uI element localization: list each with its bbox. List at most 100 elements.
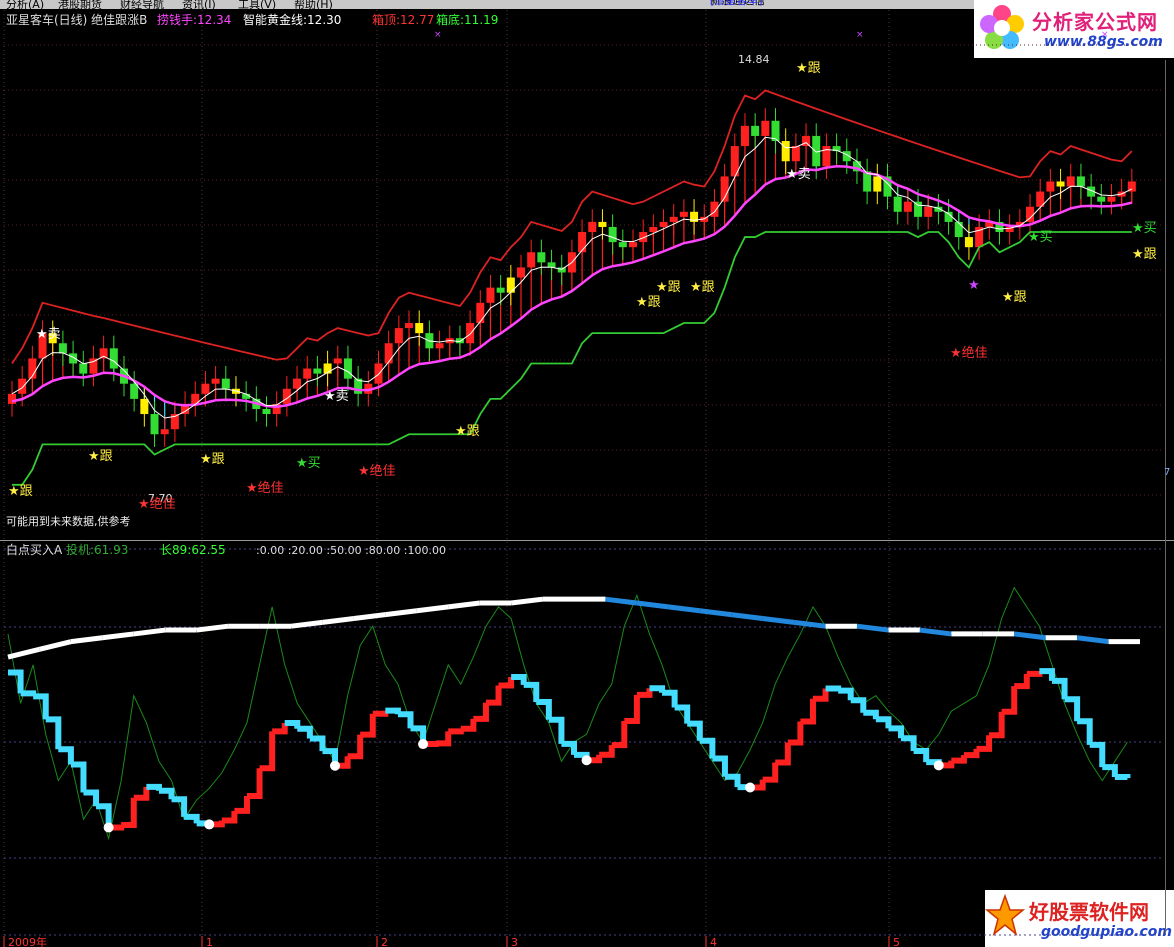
candle-body <box>527 252 536 268</box>
candle-body <box>343 358 352 379</box>
candle-body <box>893 196 902 212</box>
candle-body <box>924 206 933 217</box>
candle-body <box>588 221 597 233</box>
oscillator-step <box>712 755 728 777</box>
candle-body <box>486 287 495 303</box>
candle-body <box>221 378 230 389</box>
candle-body <box>740 125 749 147</box>
candle-body <box>496 287 505 293</box>
candle-body <box>751 125 760 136</box>
candle-body <box>517 267 526 278</box>
candle-body <box>79 363 88 374</box>
candle-body <box>262 408 271 415</box>
long89-segment <box>793 619 826 629</box>
oscillator-step <box>850 697 867 713</box>
candle-body <box>598 221 607 227</box>
oscillator-step <box>1026 670 1043 677</box>
candle-body <box>781 141 790 162</box>
candle-body <box>160 429 169 435</box>
long89-segment <box>1013 631 1046 641</box>
long89-segment <box>919 627 952 637</box>
oscillator-step <box>498 676 515 689</box>
oscillator-step <box>838 687 854 701</box>
candle-body <box>873 176 882 192</box>
oscillator-step <box>724 773 741 788</box>
purple-marker-icon: × <box>856 30 864 40</box>
long89-segment <box>730 612 763 621</box>
oscillator-step <box>901 735 917 751</box>
candle-body <box>1076 176 1085 187</box>
oscillator-step <box>1014 673 1030 690</box>
signal-label: ★跟 <box>1132 247 1157 262</box>
oscillator-step <box>1001 686 1018 715</box>
signal-label: ★跟 <box>690 280 715 295</box>
candle-body <box>109 348 118 369</box>
candle-body <box>8 393 16 404</box>
candle-body <box>150 414 159 435</box>
candle-body <box>435 343 444 349</box>
oscillator-step <box>863 709 879 720</box>
top-indicator-1: 智能黄金线:12.30 <box>243 12 341 27</box>
candle-body <box>628 242 637 248</box>
long89-segment <box>196 623 229 633</box>
long89-segment <box>416 604 449 614</box>
future-data-note: 可能用到未来数据,供参考 <box>6 514 131 528</box>
long89-segment <box>322 615 355 625</box>
candle-body <box>506 277 515 293</box>
oscillator-step <box>184 813 200 824</box>
oscillator-step <box>360 713 376 738</box>
candle-body <box>374 363 383 384</box>
candle-body <box>903 201 912 212</box>
signal-label: ★绝佳 <box>138 496 176 512</box>
candle-body <box>791 146 800 162</box>
long89-segment <box>7 646 41 660</box>
x-axis-label: 2009年 <box>8 935 47 947</box>
buy-dot-icon <box>933 760 944 771</box>
oscillator-step <box>460 718 477 732</box>
purple-marker-icon: × <box>1101 30 1109 40</box>
oscillator-step <box>976 735 993 752</box>
oscillator-step <box>20 690 37 697</box>
oscillator-step <box>133 786 150 801</box>
buy-dot-icon <box>418 739 429 750</box>
candle-body <box>578 232 587 253</box>
bottom-indicator-0: 投机:61.93 <box>66 542 128 557</box>
candle-body <box>1056 181 1065 187</box>
oscillator-step <box>624 694 640 725</box>
oscillator-step <box>800 698 816 725</box>
oscillator-step <box>674 704 691 724</box>
oscillator-step <box>875 716 892 729</box>
candle-body <box>557 267 566 273</box>
x-axis-label: 2 <box>381 936 388 947</box>
top-indicator-0: 捞钱手:12.34 <box>157 12 231 27</box>
oscillator-levels: :0.00 :20.00 :50.00 :80.00 :100.00 <box>256 544 446 557</box>
long89-segment <box>290 619 323 629</box>
oscillator-step <box>1114 773 1131 780</box>
oscillator-step <box>523 681 540 703</box>
oscillator-step <box>272 723 288 735</box>
oscillator-step <box>762 762 779 783</box>
x-axis-label: 4 <box>710 936 717 947</box>
bottom-indicator-1: 长89:62.55 <box>160 543 226 557</box>
candle-body <box>394 328 403 344</box>
top-panel-title: 亚星客车(日线) 绝佳跟涨B <box>6 12 147 27</box>
candle-body <box>333 358 342 364</box>
oscillator-step <box>963 748 980 759</box>
long89-segment <box>762 615 795 625</box>
oscillator-step <box>397 711 414 729</box>
oscillator-step <box>58 746 74 765</box>
signal-label: ★跟 <box>636 295 661 310</box>
oscillator-step <box>8 669 24 694</box>
oscillator-step <box>951 755 967 764</box>
candle-body <box>954 221 963 238</box>
long89-segment <box>70 635 103 645</box>
candle-body <box>679 211 688 217</box>
oscillator-step <box>548 716 565 744</box>
oscillator-step <box>83 789 100 807</box>
candle-body <box>99 348 108 359</box>
x-axis-label: 3 <box>511 936 518 947</box>
oscillator-step <box>121 797 137 829</box>
candle-body <box>476 302 485 324</box>
candle-body <box>384 343 393 364</box>
oscillator-step <box>1102 764 1118 777</box>
